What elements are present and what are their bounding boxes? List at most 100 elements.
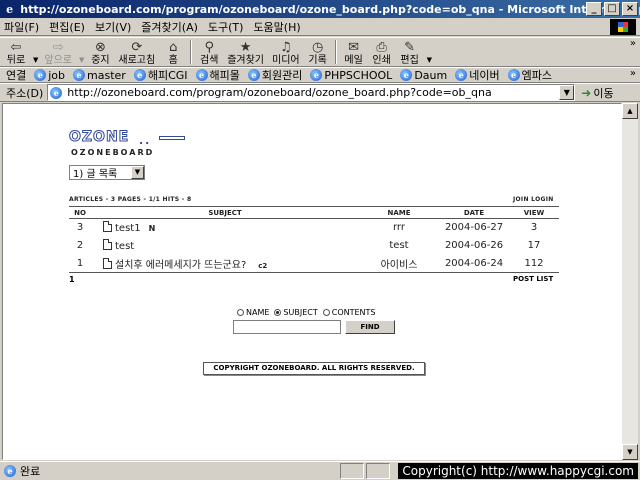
- edit-button[interactable]: ✎ 편집: [396, 38, 424, 67]
- board-table: NO SUBJECT NAME DATE VIEW 3 test1 N rrr 2…: [69, 206, 559, 273]
- search-button[interactable]: ⚲ 검색: [195, 38, 223, 67]
- refresh-button[interactable]: ⟳ 새로고침: [114, 38, 159, 67]
- back-dropdown[interactable]: ▼: [30, 38, 40, 66]
- search-input[interactable]: [233, 320, 341, 334]
- ozoneboard-logo[interactable]: OZONE .. OZONEBOARD: [68, 130, 185, 157]
- link-empas[interactable]: e 엠파스: [507, 67, 552, 83]
- favorites-button[interactable]: ★ 즐겨찾기: [223, 38, 268, 67]
- window-controls: _ □ ×: [586, 2, 638, 16]
- find-button[interactable]: FIND: [345, 320, 395, 334]
- link-label: 회원관리: [261, 69, 303, 82]
- join-login-links[interactable]: JOIN LOGIN: [513, 196, 554, 203]
- row-view: 17: [527, 240, 541, 251]
- refresh-icon: ⟳: [131, 39, 143, 55]
- menu-tools[interactable]: 도구(T): [208, 19, 244, 35]
- forward-dropdown[interactable]: ▼: [76, 38, 86, 66]
- link-master[interactable]: e master: [73, 69, 126, 82]
- chevron-down-icon[interactable]: ▼: [131, 166, 144, 179]
- link-label: Daum: [414, 68, 448, 82]
- copyright-overlay: Copyright(c) http://www.happycgi.com: [398, 463, 638, 479]
- post-list-links[interactable]: POST LIST: [513, 275, 553, 283]
- link-job[interactable]: e job: [34, 69, 65, 82]
- radio-icon[interactable]: [322, 309, 330, 316]
- ie-page-icon: e: [133, 69, 146, 81]
- go-button[interactable]: ➜ 이동: [581, 85, 613, 101]
- mail-button[interactable]: ✉ 메일: [340, 38, 368, 67]
- link-naver[interactable]: e 네이버: [455, 67, 500, 83]
- row-name[interactable]: 아이비스: [359, 254, 439, 273]
- menu-view[interactable]: 보기(V): [95, 19, 131, 35]
- logo-dots: ..: [139, 134, 152, 147]
- subject-link[interactable]: test: [115, 241, 134, 252]
- table-row: 1 설치후 에러메세지가 뜨는군요? c2 아이비스 2004-06-24 112: [69, 254, 559, 273]
- document-icon: [103, 221, 112, 233]
- stop-label: 중지: [91, 55, 110, 66]
- forward-button[interactable]: ⇨ 앞으로: [40, 38, 76, 67]
- scroll-up-button[interactable]: ▲: [622, 103, 638, 119]
- link-happycgi[interactable]: e 해피CGI: [133, 67, 188, 83]
- stop-icon: ⊗: [94, 39, 106, 55]
- media-button[interactable]: ♫ 미디어: [268, 38, 304, 67]
- radio-checked-icon[interactable]: [274, 309, 282, 316]
- home-button[interactable]: ⌂ 홈: [159, 38, 187, 67]
- scroll-down-button[interactable]: ▼: [622, 444, 638, 460]
- search-opt-contents[interactable]: CONTENTS: [322, 308, 376, 317]
- maximize-button[interactable]: □: [604, 2, 620, 16]
- row-date: 2004-06-26: [444, 240, 504, 251]
- back-button[interactable]: ⇦ 뒤로: [2, 38, 30, 67]
- history-button[interactable]: ◷ 기록: [304, 38, 332, 67]
- link-label: job: [48, 68, 66, 82]
- link-label: master: [87, 68, 126, 82]
- refresh-label: 새로고침: [118, 55, 156, 66]
- row-name[interactable]: test: [359, 237, 439, 255]
- row-subject[interactable]: 설치후 에러메세지가 뜨는군요? c2: [91, 254, 359, 273]
- address-url: http://ozoneboard.com/program/ozoneboard…: [67, 86, 492, 99]
- subject-link[interactable]: 설치후 에러메세지가 뜨는군요?: [115, 260, 246, 271]
- board-stats: ARTICLES - 3 PAGES - 1/1 HITS - 8: [69, 196, 192, 203]
- link-happymall[interactable]: e 해피몰: [195, 67, 240, 83]
- link-members[interactable]: e 회원관리: [247, 67, 303, 83]
- links-chevron-icon[interactable]: »: [630, 68, 636, 79]
- window-title: http://ozoneboard.com/program/ozoneboard…: [20, 2, 640, 16]
- row-date: 2004-06-24: [439, 254, 509, 273]
- row-name[interactable]: rrr: [359, 219, 439, 237]
- page-number[interactable]: 1: [69, 275, 75, 284]
- search-options: NAME SUBJECT CONTENTS: [237, 308, 381, 317]
- subject-link[interactable]: test1: [115, 223, 141, 234]
- row-subject[interactable]: test1 N: [91, 219, 359, 237]
- logo-art: OZONE ..: [68, 130, 185, 147]
- minimize-button[interactable]: _: [586, 2, 602, 16]
- printer-icon: ⎙: [376, 39, 387, 55]
- edit-dropdown[interactable]: ▼: [424, 38, 434, 66]
- ie-page-icon: e: [34, 69, 47, 81]
- menu-help[interactable]: 도움말(H): [253, 19, 300, 35]
- toolbar-chevron-icon[interactable]: »: [630, 38, 636, 49]
- stop-button[interactable]: ⊗ 중지: [86, 38, 114, 67]
- print-label: 인쇄: [372, 55, 391, 66]
- vertical-scrollbar[interactable]: ▲ ▼: [622, 103, 638, 460]
- toolbar: ⇦ 뒤로 ▼ ⇨ 앞으로 ▼ ⊗ 중지 ⟳ 새로고침 ⌂ 홈 ⚲ 검색 ★ 즐겨…: [0, 37, 640, 67]
- address-dropdown-button[interactable]: ▼: [559, 85, 575, 100]
- ie-page-icon: e: [247, 69, 260, 81]
- ie-page-icon: e: [310, 69, 323, 81]
- menu-bar: 파일(F) 편집(E) 보기(V) 즐겨찾기(A) 도구(T) 도움말(H): [0, 18, 640, 36]
- board-select[interactable]: 1) 글 목록 ▼: [69, 165, 145, 180]
- row-subject[interactable]: test: [91, 237, 359, 255]
- print-button[interactable]: ⎙ 인쇄: [368, 38, 396, 67]
- close-button[interactable]: ×: [622, 2, 638, 16]
- links-bar: 연결 e job e master e 해피CGI e 해피몰 e 회원관리 e PHPSC…: [0, 67, 640, 83]
- menu-file[interactable]: 파일(F): [4, 19, 39, 35]
- search-opt-name[interactable]: NAME: [237, 308, 269, 317]
- address-input[interactable]: e http://ozoneboard.com/program/ozoneboa…: [47, 84, 576, 101]
- radio-icon[interactable]: [237, 309, 244, 316]
- link-daum[interactable]: e Daum: [400, 69, 447, 82]
- title-bar: e http://ozoneboard.com/program/ozoneboa…: [0, 0, 640, 18]
- mail-icon: ✉: [348, 39, 360, 55]
- menu-edit[interactable]: 편집(E): [49, 19, 85, 35]
- toolbar-separator: [334, 40, 337, 64]
- dropdown-arrow-icon: ▼: [79, 56, 85, 64]
- search-label: 검색: [200, 55, 219, 66]
- link-phpschool[interactable]: e PHPSCHOOL: [310, 69, 392, 82]
- menu-favorites[interactable]: 즐겨찾기(A): [141, 19, 198, 35]
- search-opt-subject[interactable]: SUBJECT: [274, 308, 318, 317]
